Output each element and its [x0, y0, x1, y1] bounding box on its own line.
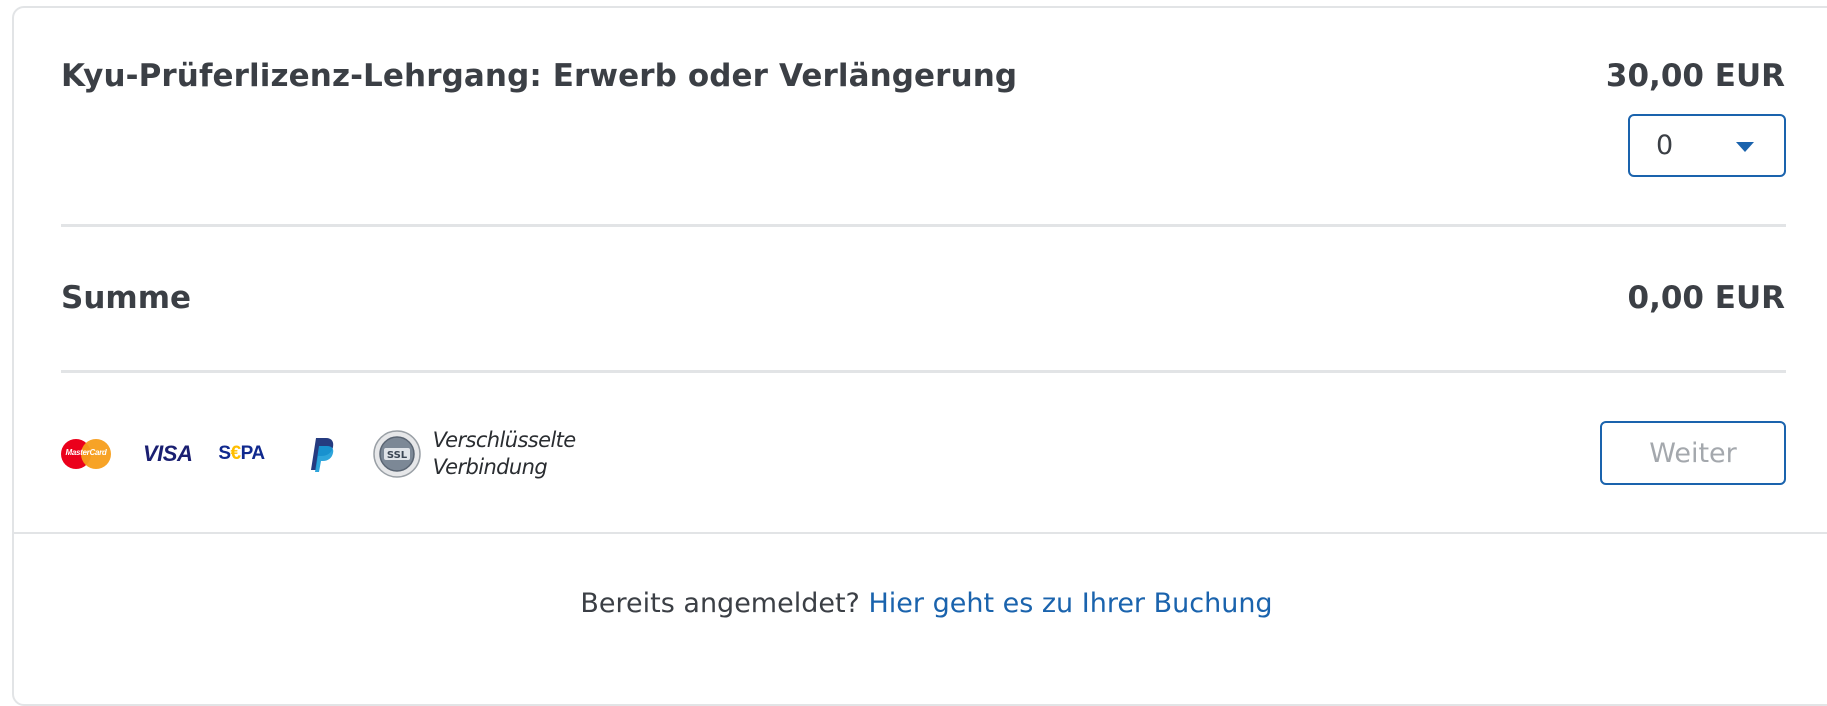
- product-price: 30,00 EUR: [1605, 58, 1785, 94]
- booking-link[interactable]: Hier geht es zu Ihrer Buchung: [868, 588, 1272, 619]
- payment-methods: MasterCard VISA S€PA SSL Verschlüsselte …: [61, 426, 576, 482]
- chevron-down-icon: [1736, 142, 1754, 152]
- ssl-label-line1: Verschlüsselte: [432, 428, 577, 452]
- next-button[interactable]: Weiter: [1600, 421, 1786, 485]
- ssl-label-line2: Verbindung: [432, 455, 548, 479]
- footer-divider: [12, 532, 1827, 534]
- already-registered-text: Bereits angemeldet?: [580, 588, 860, 619]
- divider: [61, 224, 1786, 227]
- sepa-suffix: PA: [240, 443, 265, 464]
- sum-total: 0,00 EUR: [1627, 280, 1786, 316]
- quantity-select[interactable]: 0: [1628, 114, 1786, 177]
- sepa-icon: S€PA: [218, 443, 265, 465]
- divider: [61, 370, 1786, 373]
- product-title: Kyu-Prüferlizenz-Lehrgang: Erwerb oder V…: [61, 58, 1018, 94]
- mastercard-icon: MasterCard: [61, 439, 111, 469]
- ssl-badge-icon: SSL: [372, 430, 421, 478]
- sepa-euro: €: [230, 443, 242, 464]
- ssl-label: Verschlüsselte Verbindung: [432, 427, 577, 481]
- sepa-prefix: S: [218, 443, 231, 464]
- ssl-badge-text: SSL: [386, 450, 407, 461]
- footer: Bereits angemeldet? Hier geht es zu Ihre…: [0, 588, 1827, 619]
- quantity-value: 0: [1656, 130, 1674, 161]
- paypal-icon: [310, 438, 333, 472]
- mastercard-label: MasterCard: [65, 448, 107, 457]
- sum-label: Summe: [61, 280, 192, 316]
- visa-icon: VISA: [143, 441, 193, 466]
